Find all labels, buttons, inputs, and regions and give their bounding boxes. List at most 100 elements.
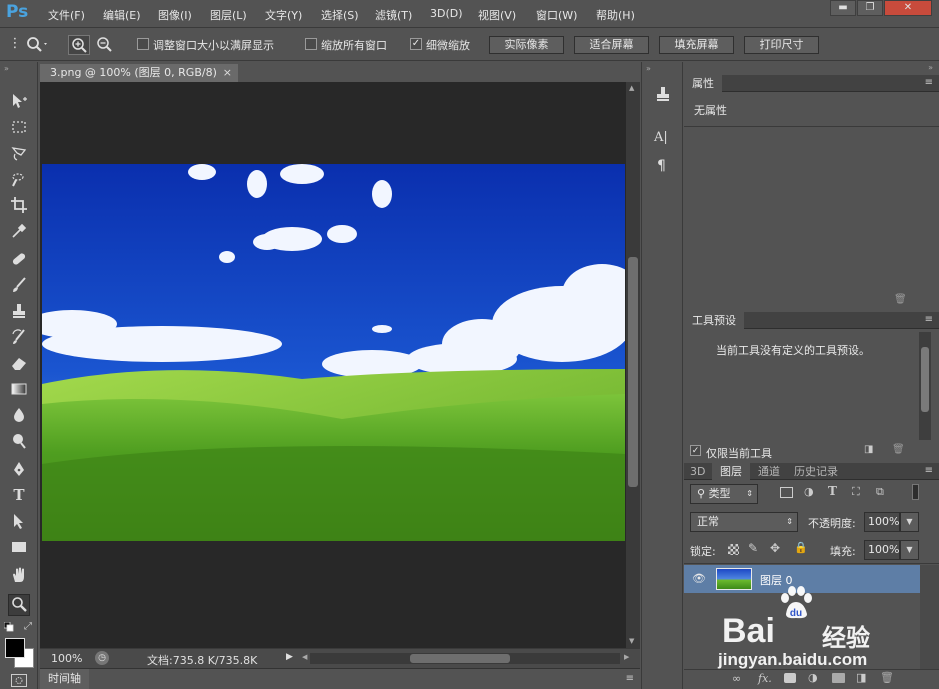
- foreground-color-swatch[interactable]: [5, 638, 25, 658]
- default-colors-icon[interactable]: [3, 621, 14, 632]
- properties-trash-icon[interactable]: 🗑: [894, 294, 907, 305]
- paragraph-panel-icon[interactable]: ¶: [657, 158, 677, 178]
- lock-all-icon[interactable]: 🔒: [794, 541, 808, 554]
- fill-screen-button[interactable]: 填充屏幕: [659, 36, 734, 54]
- character-panel-icon[interactable]: A|: [654, 130, 674, 150]
- tool-presets-menu-icon[interactable]: ≡: [925, 314, 933, 325]
- pen-tool-icon[interactable]: [8, 460, 30, 482]
- rectangle-tool-icon[interactable]: [8, 538, 30, 560]
- print-size-button[interactable]: 打印尺寸: [744, 36, 819, 54]
- menu-window[interactable]: 窗口(W): [536, 7, 577, 23]
- quick-mask-icon[interactable]: [11, 674, 27, 687]
- menu-3d[interactable]: 3D(D): [430, 7, 463, 20]
- zoom-level[interactable]: 100%: [51, 652, 82, 665]
- filter-type-icon[interactable]: T: [828, 484, 837, 498]
- move-tool-icon[interactable]: [8, 92, 30, 114]
- layer-row[interactable]: 👁 图层 0: [684, 565, 920, 593]
- collapse-panels-icon[interactable]: »: [928, 63, 933, 72]
- layers-scrollbar[interactable]: [920, 565, 939, 669]
- vertical-scroll-thumb[interactable]: [628, 257, 638, 487]
- eraser-tool-icon[interactable]: [8, 354, 30, 376]
- scroll-down-icon[interactable]: ▼: [629, 637, 634, 645]
- scrubby-zoom-checkbox[interactable]: ✓: [410, 38, 422, 50]
- zoom-in-icon[interactable]: [68, 35, 90, 55]
- crop-tool-icon[interactable]: [8, 196, 30, 218]
- status-info-icon[interactable]: ◷: [95, 651, 109, 665]
- eyedropper-tool-icon[interactable]: [8, 222, 30, 244]
- properties-tab[interactable]: 属性: [684, 75, 722, 92]
- lock-pixels-icon[interactable]: ✎: [748, 541, 758, 555]
- close-button[interactable]: ✕: [884, 0, 932, 16]
- fill-input[interactable]: 100%: [864, 540, 900, 560]
- dodge-tool-icon[interactable]: [8, 432, 30, 454]
- blur-tool-icon[interactable]: [8, 406, 30, 428]
- horizontal-scroll-thumb[interactable]: [410, 654, 510, 663]
- lasso-tool-icon[interactable]: [8, 144, 30, 166]
- zoom-out-icon[interactable]: [93, 35, 115, 59]
- close-tab-icon[interactable]: ×: [223, 64, 232, 82]
- menu-type[interactable]: 文字(Y): [265, 7, 302, 23]
- filter-smart-object-icon[interactable]: ⧉: [876, 485, 884, 499]
- fx-icon[interactable]: fx.: [758, 672, 772, 685]
- actual-pixels-button[interactable]: 实际像素: [489, 36, 564, 54]
- opacity-dropdown-icon[interactable]: ▼: [900, 512, 919, 532]
- zoom-tool-preset-icon[interactable]: [22, 35, 52, 59]
- quick-select-tool-icon[interactable]: [8, 170, 30, 192]
- filter-shape-icon[interactable]: ⛶: [852, 485, 860, 499]
- add-mask-icon[interactable]: [784, 673, 796, 683]
- properties-menu-icon[interactable]: ≡: [925, 77, 933, 88]
- timeline-tab[interactable]: 时间轴: [40, 669, 89, 689]
- tab-history[interactable]: 历史记录: [788, 463, 844, 480]
- menu-help[interactable]: 帮助(H): [596, 7, 635, 23]
- menu-select[interactable]: 选择(S): [321, 7, 359, 23]
- menu-edit[interactable]: 编辑(E): [103, 7, 141, 23]
- clone-source-icon[interactable]: [653, 84, 673, 104]
- canvas-vertical-scrollbar[interactable]: ▲ ▼: [626, 82, 640, 648]
- blend-mode-select[interactable]: 正常 ⇕: [690, 512, 798, 532]
- gradient-tool-icon[interactable]: [8, 380, 30, 402]
- collapse-icon[interactable]: »: [646, 64, 651, 73]
- tab-channels[interactable]: 通道: [752, 463, 786, 480]
- link-layers-icon[interactable]: ∞: [732, 672, 741, 685]
- current-tool-only-checkbox[interactable]: ✓: [690, 445, 701, 456]
- menu-layer[interactable]: 图层(L): [210, 7, 247, 23]
- canvas-horizontal-scrollbar[interactable]: [310, 653, 620, 664]
- filter-pixel-icon[interactable]: [780, 487, 793, 498]
- type-tool-icon[interactable]: T: [8, 486, 30, 508]
- canvas-area[interactable]: [40, 82, 626, 648]
- status-menu-arrow-icon[interactable]: ▶: [286, 652, 293, 662]
- stamp-tool-icon[interactable]: [8, 302, 30, 324]
- healing-brush-tool-icon[interactable]: [8, 250, 30, 272]
- lock-position-icon[interactable]: ✥: [770, 541, 780, 555]
- resize-windows-checkbox[interactable]: [137, 38, 149, 50]
- new-layer-icon[interactable]: ◨: [856, 671, 866, 684]
- collapse-icon[interactable]: »: [4, 64, 9, 73]
- delete-layer-icon[interactable]: 🗑: [880, 671, 894, 684]
- tool-presets-scrollbar[interactable]: [919, 332, 931, 440]
- menu-file[interactable]: 文件(F): [48, 7, 85, 23]
- tab-layers[interactable]: 图层: [712, 463, 750, 480]
- menu-image[interactable]: 图像(I): [158, 7, 192, 23]
- layer-name[interactable]: 图层 0: [760, 572, 793, 588]
- filter-toggle-switch[interactable]: [912, 484, 919, 500]
- brush-tool-icon[interactable]: [8, 276, 30, 298]
- scroll-up-icon[interactable]: ▲: [629, 84, 634, 92]
- tool-presets-scroll-thumb[interactable]: [921, 347, 929, 412]
- path-select-tool-icon[interactable]: [8, 512, 30, 534]
- swap-colors-icon[interactable]: ⤢: [24, 621, 36, 633]
- visibility-eye-icon[interactable]: 👁: [692, 572, 706, 585]
- timeline-menu-icon[interactable]: ≡: [626, 673, 634, 684]
- opacity-input[interactable]: 100%: [864, 512, 900, 532]
- menu-filter[interactable]: 滤镜(T): [375, 7, 412, 23]
- layer-filter-select[interactable]: ⚲ 类型 ⇕: [690, 484, 758, 504]
- layers-menu-icon[interactable]: ≡: [925, 465, 933, 476]
- lock-transparent-icon[interactable]: [728, 544, 739, 555]
- new-preset-icon[interactable]: ◨: [864, 444, 873, 455]
- adjustment-layer-icon[interactable]: ◑: [808, 671, 818, 684]
- scroll-left-icon[interactable]: ◀: [302, 653, 307, 661]
- new-group-folder-icon[interactable]: [832, 673, 845, 683]
- filter-adjustment-icon[interactable]: ◑: [804, 485, 814, 498]
- menu-view[interactable]: 视图(V): [478, 7, 516, 23]
- hand-tool-icon[interactable]: [8, 566, 30, 588]
- zoom-all-checkbox[interactable]: [305, 38, 317, 50]
